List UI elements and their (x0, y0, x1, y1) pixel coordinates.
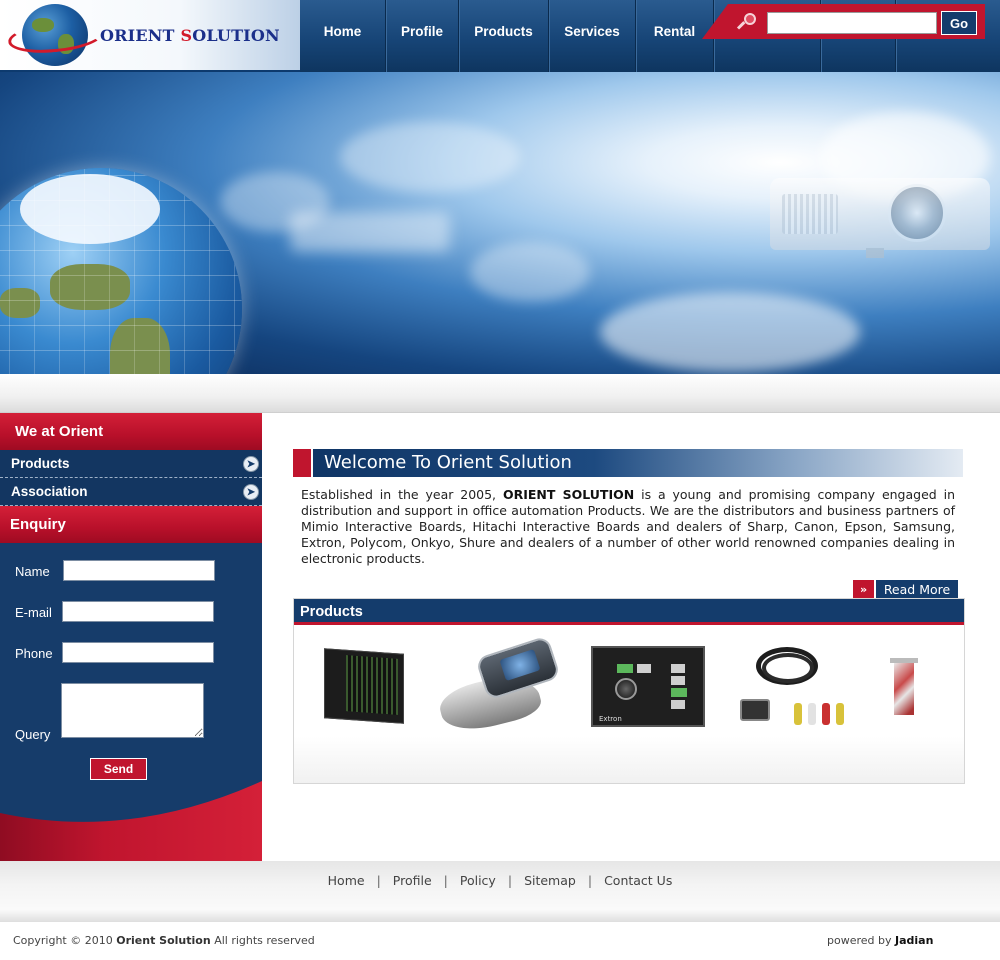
email-label: E-mail (15, 605, 52, 620)
welcome-accent (293, 449, 313, 477)
product-display-panel-image[interactable] (318, 647, 408, 724)
copyright-suffix: All rights reserved (214, 934, 315, 947)
footer-links: Home | Profile | Policy | Sitemap | Cont… (0, 873, 1000, 888)
product-brand-label: Extron (599, 715, 622, 723)
footer-link-contact-us[interactable]: Contact Us (592, 873, 684, 888)
projector-image (770, 160, 990, 258)
read-more-button[interactable]: » Read More (853, 580, 958, 598)
product-remote-control-image[interactable] (435, 635, 561, 738)
sidebar-item-association[interactable]: Association ➤ (0, 478, 262, 506)
sidebar-wave-decoration (0, 781, 262, 861)
copyright-prefix: Copyright © 2010 (13, 934, 113, 947)
nav-home[interactable]: Home (300, 0, 385, 72)
email-field[interactable] (62, 601, 214, 622)
intro-paragraph: Established in the year 2005, ORIENT SOL… (301, 487, 955, 567)
sidebar-item-products[interactable]: Products ➤ (0, 450, 262, 478)
logo-swoosh-icon (6, 17, 106, 57)
footer-link-policy[interactable]: Policy (448, 873, 508, 888)
product-av-cable-image[interactable] (738, 647, 860, 729)
logo-letter-s: S (180, 26, 193, 45)
products-header: Products (294, 599, 964, 625)
copyright-text: Copyright © 2010 Orient Solution All rig… (13, 934, 315, 947)
double-chevron-icon: » (853, 580, 874, 598)
name-label: Name (15, 564, 50, 579)
logo-text: ORIENT SOLUTION (100, 26, 280, 45)
name-field[interactable] (63, 560, 215, 581)
welcome-title: Welcome To Orient Solution (324, 452, 572, 473)
query-label: Query (15, 727, 51, 742)
intro-text-start: Established in the year 2005, (301, 487, 497, 502)
read-more-label: Read More (876, 580, 958, 598)
sidebar: We at Orient Products ➤ Association ➤ En… (0, 413, 262, 861)
send-button[interactable]: Send (90, 758, 147, 780)
product-control-panel-image[interactable]: Extron (591, 646, 705, 727)
page: ORIENT SOLUTION Home Profile Products Se… (0, 0, 1000, 960)
search-icon (736, 13, 756, 31)
globe-image (0, 168, 242, 374)
nav-products[interactable]: Products (458, 0, 548, 72)
banner-blurred-text (290, 212, 450, 252)
sidebar-item-label: Products (11, 456, 70, 471)
search-input[interactable] (767, 12, 937, 34)
phone-label: Phone (15, 646, 53, 661)
logo-word-orient: ORIENT (100, 26, 175, 45)
arrow-right-icon: ➤ (243, 484, 259, 500)
powered-by: powered by Jadian (827, 934, 933, 947)
nav-services[interactable]: Services (548, 0, 635, 72)
logo-word-olution: OLUTION (192, 26, 280, 45)
sidebar-item-label: Association (11, 484, 88, 499)
search-strip (0, 374, 1000, 413)
footer-link-sitemap[interactable]: Sitemap (512, 873, 588, 888)
welcome-header: Welcome To Orient Solution (293, 449, 963, 477)
nav-rental[interactable]: Rental (635, 0, 713, 72)
footer-link-profile[interactable]: Profile (381, 873, 444, 888)
footer (0, 861, 1000, 922)
enquiry-heading: Enquiry (0, 506, 262, 543)
we-at-orient-heading: We at Orient (0, 413, 262, 450)
footer-link-home[interactable]: Home (316, 873, 377, 888)
arrow-right-icon: ➤ (243, 456, 259, 472)
products-title: Products (300, 604, 363, 620)
product-projection-screen-image[interactable] (890, 658, 918, 718)
hero-banner (0, 72, 1000, 374)
powered-by-link[interactable]: Jadian (895, 934, 933, 947)
intro-company-name: ORIENT SOLUTION (502, 487, 635, 502)
copyright-company: Orient Solution (116, 934, 211, 947)
phone-field[interactable] (62, 642, 214, 663)
query-field[interactable] (61, 683, 204, 738)
nav-profile[interactable]: Profile (385, 0, 458, 72)
logo[interactable]: ORIENT SOLUTION (0, 0, 300, 72)
powered-by-prefix: powered by (827, 934, 892, 947)
go-button[interactable]: Go (941, 11, 977, 35)
